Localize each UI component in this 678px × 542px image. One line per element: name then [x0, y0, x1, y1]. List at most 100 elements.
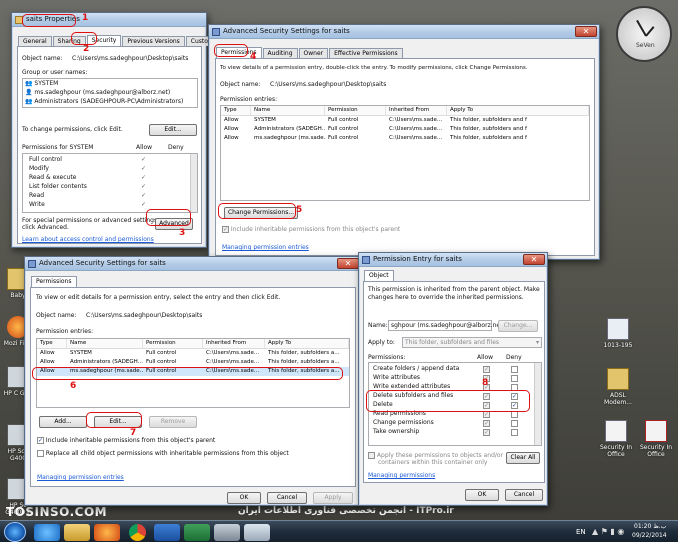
- entry-titlebar[interactable]: Permission Entry for saits ✕: [359, 253, 547, 267]
- name-field[interactable]: sghpour (ms.sadeghpour@alborz.net): [388, 320, 505, 331]
- cancel-button[interactable]: Cancel: [267, 492, 307, 504]
- col-inherited[interactable]: Inherited From: [386, 106, 447, 115]
- security-icon[interactable]: [214, 524, 240, 541]
- tab-general[interactable]: General: [18, 36, 52, 46]
- deny-checkbox[interactable]: [511, 366, 518, 373]
- replace-checkbox[interactable]: [37, 450, 44, 457]
- users-list[interactable]: 👥 SYSTEM 👤 ms.sadeghpour (ms.sadeghpour@…: [22, 78, 198, 108]
- col-permission[interactable]: Permission: [143, 339, 203, 348]
- col-apply-to[interactable]: Apply To: [447, 106, 589, 115]
- watermark: TOSINSO.COM: [6, 505, 108, 519]
- clock-gadget[interactable]: SeVen: [616, 6, 672, 62]
- permission-entries-table[interactable]: Type Name Permission Inherited From Appl…: [220, 105, 590, 201]
- learn-link[interactable]: Learn about access control and permissio…: [22, 236, 154, 243]
- advanced-bottom-titlebar[interactable]: Advanced Security Settings for saits ✕: [25, 257, 361, 271]
- check-icon: ✓: [141, 183, 147, 190]
- desktop-icon-security-1[interactable]: Security In Office: [598, 420, 634, 458]
- excel-icon[interactable]: [184, 524, 210, 541]
- change-button[interactable]: Change...: [498, 320, 538, 332]
- allow-checkbox[interactable]: ✓: [483, 429, 490, 436]
- ie-icon[interactable]: [34, 524, 60, 541]
- tab-object[interactable]: Object: [364, 270, 394, 281]
- permissions-for-label: Permissions for SYSTEM: [22, 144, 94, 151]
- deny-checkbox[interactable]: [511, 411, 518, 418]
- folder-icon[interactable]: [64, 524, 90, 541]
- notepad-icon[interactable]: [244, 524, 270, 541]
- annotation-5: 5: [296, 205, 303, 215]
- col-inherited[interactable]: Inherited From: [203, 339, 265, 348]
- col-type[interactable]: Type: [37, 339, 67, 348]
- advanced-top-titlebar[interactable]: Advanced Security Settings for saits ✕: [209, 25, 599, 39]
- col-name[interactable]: Name: [67, 339, 143, 348]
- window-title: Permission Entry for saits: [373, 255, 462, 263]
- scrollbar[interactable]: [190, 154, 197, 212]
- scrollbar[interactable]: [534, 363, 541, 445]
- table-header: Type Name Permission Inherited From Appl…: [221, 106, 589, 116]
- ok-button[interactable]: OK: [227, 492, 261, 504]
- annotation-1: 1: [82, 13, 89, 23]
- col-apply-to[interactable]: Apply To: [265, 339, 349, 348]
- special-text-1: For special permissions or advanced sett…: [22, 217, 160, 224]
- close-button[interactable]: ✕: [337, 258, 359, 269]
- clock-hand-icon: [645, 26, 655, 37]
- add-button[interactable]: Add...: [39, 416, 87, 428]
- start-button[interactable]: [4, 522, 26, 542]
- ok-button[interactable]: OK: [465, 489, 499, 501]
- firefox-icon[interactable]: [94, 524, 120, 541]
- table-row[interactable]: Allow Administrators (SADEGH... Full con…: [37, 358, 349, 367]
- perm-row: Full control: [29, 156, 62, 163]
- manage-link[interactable]: Managing permission entries: [222, 244, 309, 251]
- include-checkbox[interactable]: ✓: [37, 437, 44, 444]
- allow-header: Allow: [136, 144, 153, 151]
- annotation-ring-properties-title: [22, 14, 76, 27]
- deny-checkbox[interactable]: [511, 375, 518, 382]
- manage-link[interactable]: Managing permission entries: [37, 474, 124, 481]
- deny-checkbox[interactable]: [511, 429, 518, 436]
- desktop-icon-adsl[interactable]: ADSL Modem...: [600, 368, 636, 406]
- col-name[interactable]: Name: [251, 106, 325, 115]
- include-checkbox[interactable]: ✓: [222, 226, 229, 233]
- tab-effective-permissions[interactable]: Effective Permissions: [329, 48, 403, 58]
- window-title: Advanced Security Settings for saits: [223, 27, 350, 35]
- manage-permissions-link[interactable]: Managing permissions: [368, 472, 435, 479]
- edit-button[interactable]: Edit...: [149, 124, 197, 136]
- desktop-icon-security-2[interactable]: Security In Office: [638, 420, 674, 458]
- allow-checkbox[interactable]: ✓: [483, 411, 490, 418]
- intro-text: To view or edit details for a permission…: [36, 294, 281, 301]
- chrome-icon[interactable]: [129, 524, 146, 541]
- allow-checkbox[interactable]: ✓: [483, 366, 490, 373]
- list-item[interactable]: 👥 Administrators (SADEGHPOUR-PC\Administ…: [25, 98, 183, 105]
- close-button[interactable]: ✕: [523, 254, 545, 265]
- apply-objects-checkbox[interactable]: [368, 452, 375, 459]
- tab-owner[interactable]: Owner: [298, 48, 329, 58]
- clock-date[interactable]: 09/22/2014: [632, 532, 667, 539]
- tab-auditing[interactable]: Auditing: [262, 48, 298, 58]
- shield-icon: [28, 260, 36, 268]
- advanced-top-panel: To view details of a permission entry, d…: [215, 58, 595, 256]
- word-icon[interactable]: [154, 524, 180, 541]
- allow-checkbox[interactable]: ✓: [483, 420, 490, 427]
- tab-previous-versions[interactable]: Previous Versions: [122, 36, 185, 46]
- table-row[interactable]: Allow SYSTEM Full control C:\Users\ms.sa…: [221, 116, 589, 125]
- tab-permissions[interactable]: Permissions: [31, 276, 77, 287]
- remove-button[interactable]: Remove: [149, 416, 197, 428]
- apply-to-select[interactable]: This folder, subfolders and files ▾: [402, 337, 542, 348]
- desktop-icon-1013[interactable]: 1013-195: [600, 318, 636, 349]
- table-row[interactable]: Allow Administrators (SADEGH... Full con…: [221, 125, 589, 134]
- cancel-button[interactable]: Cancel: [505, 489, 543, 501]
- list-item[interactable]: 👤 ms.sadeghpour (ms.sadeghpour@alborz.ne…: [25, 89, 170, 96]
- apply-button[interactable]: Apply: [313, 492, 353, 504]
- language-indicator[interactable]: EN: [576, 528, 586, 536]
- table-row[interactable]: Allow ms.sadeghpour (ms.sade... Full con…: [221, 134, 589, 143]
- clock-time[interactable]: 01:20 ب.ظ: [634, 523, 666, 530]
- col-permission[interactable]: Permission: [325, 106, 386, 115]
- clear-all-button[interactable]: Clear All: [506, 452, 540, 464]
- deny-checkbox[interactable]: [511, 420, 518, 427]
- object-name-label: Object name:: [36, 312, 77, 319]
- col-type[interactable]: Type: [221, 106, 251, 115]
- list-item[interactable]: 👥 SYSTEM: [25, 80, 58, 87]
- object-name-value: C:\Users\ms.sadeghpour\Desktop\saits: [270, 81, 387, 88]
- close-button[interactable]: ✕: [575, 26, 597, 37]
- table-row[interactable]: Allow SYSTEM Full control C:\Users\ms.sa…: [37, 349, 349, 358]
- tray-icons[interactable]: ▲ ⚑ ▮ ◉: [592, 527, 624, 536]
